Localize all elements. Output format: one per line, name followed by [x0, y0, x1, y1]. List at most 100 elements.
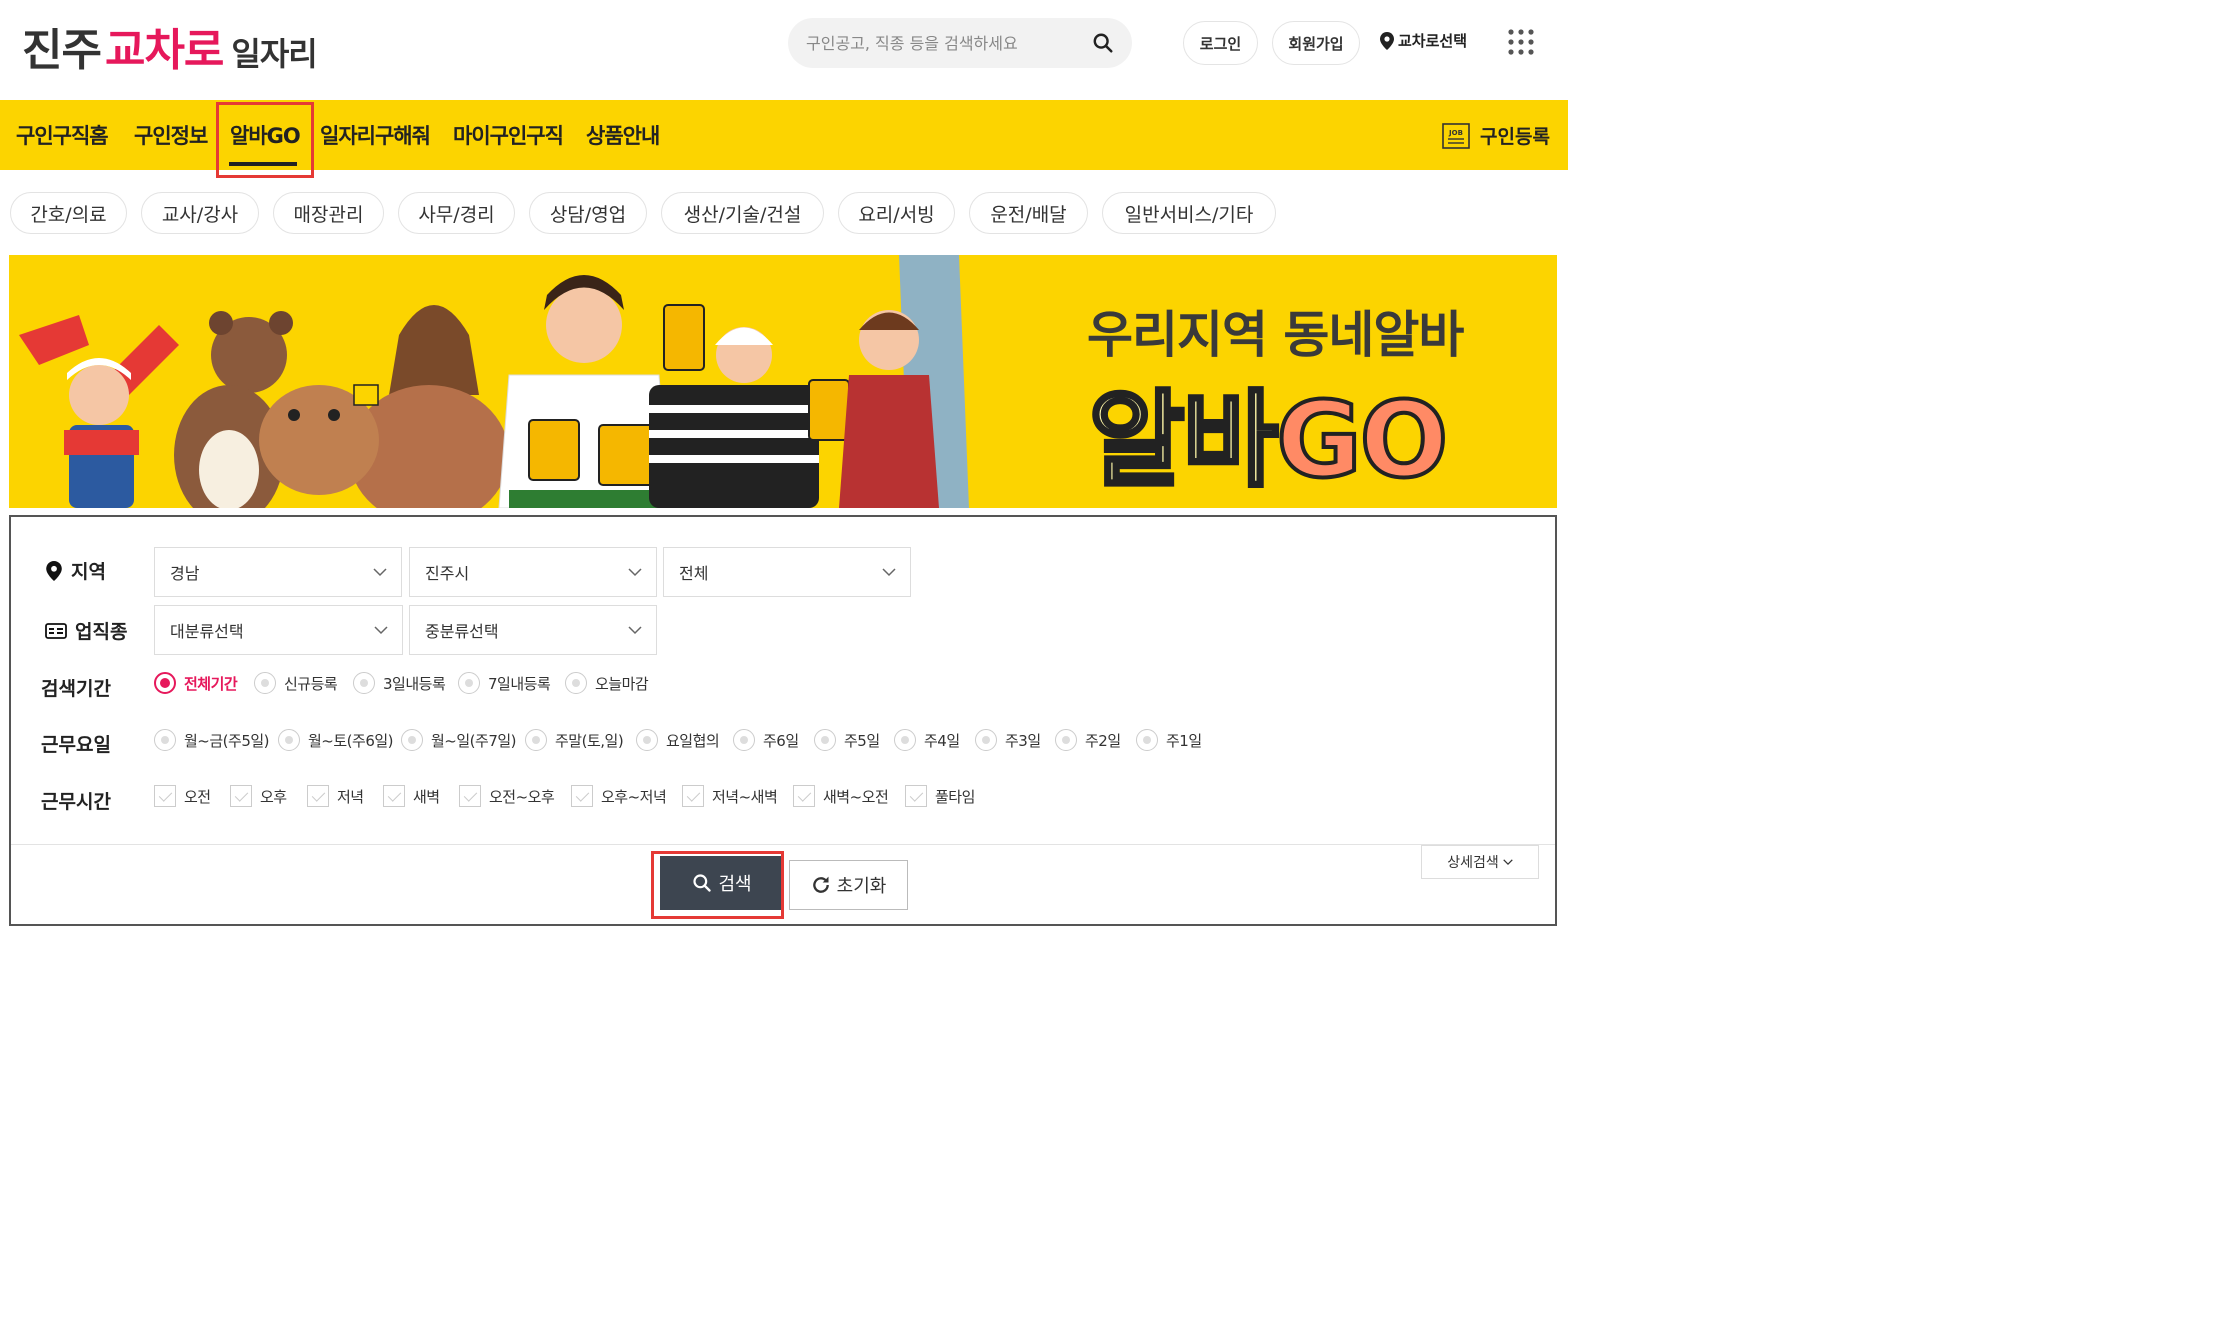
site-logo[interactable]: 진주 교차로 일자리: [22, 14, 318, 76]
work-time-option[interactable]: 저녁: [307, 785, 364, 807]
period-label: 검색기간: [41, 678, 111, 700]
nav-item-find-job[interactable]: 일자리구해줘: [320, 100, 431, 170]
checkbox[interactable]: [571, 785, 593, 807]
work-days-option[interactable]: 주말(토,일): [525, 729, 624, 751]
checkbox[interactable]: [307, 785, 329, 807]
work-days-option[interactable]: 월~금(주5일): [154, 729, 270, 751]
job-category-major-select[interactable]: 대분류선택: [154, 605, 403, 655]
category-chip[interactable]: 간호/의료: [10, 192, 127, 234]
highlight-box-search-button: [651, 851, 784, 919]
work-time-option[interactable]: 오전: [154, 785, 211, 807]
work-days-option[interactable]: 월~토(주6일): [278, 729, 394, 751]
region-label-text: 지역: [71, 561, 106, 583]
category-chip[interactable]: 일반서비스/기타: [1102, 192, 1276, 234]
category-chip[interactable]: 생산/기술/건설: [661, 192, 824, 234]
radio[interactable]: [636, 729, 658, 751]
work-time-option[interactable]: 오전~오후: [459, 785, 555, 807]
category-chip[interactable]: 매장관리: [273, 192, 384, 234]
job-category-label-text: 업직종: [75, 621, 128, 643]
checkbox[interactable]: [905, 785, 927, 807]
job-category-minor-select[interactable]: 중분류선택: [409, 605, 657, 655]
radio[interactable]: [154, 729, 176, 751]
region-select-city[interactable]: 진주시: [409, 547, 657, 597]
job-register-button[interactable]: JOB 구인등록: [1442, 122, 1550, 149]
logo-text-service: 일자리: [231, 35, 317, 73]
period-option[interactable]: 3일내등록: [353, 672, 446, 694]
category-chip[interactable]: 상담/영업: [529, 192, 647, 234]
job-category-minor-value: 중분류선택: [425, 622, 499, 641]
banner-title-text: 알바: [1087, 377, 1280, 503]
period-option[interactable]: 7일내등록: [458, 672, 551, 694]
work-days-option-label: 주6일: [763, 731, 799, 750]
work-days-option[interactable]: 주3일: [975, 729, 1041, 751]
radio[interactable]: [565, 672, 587, 694]
radio[interactable]: [353, 672, 375, 694]
work-time-option[interactable]: 새벽: [383, 785, 440, 807]
logo-text-brand: 교차로: [104, 25, 224, 76]
detail-search-button[interactable]: 상세검색: [1421, 845, 1539, 879]
signup-button[interactable]: 회원가입: [1272, 21, 1360, 65]
location-label: 교차로선택: [1398, 32, 1468, 50]
radio[interactable]: [525, 729, 547, 751]
work-days-option-label: 주4일: [924, 731, 960, 750]
work-time-option[interactable]: 오후~저녁: [571, 785, 667, 807]
work-time-option[interactable]: 새벽~오전: [793, 785, 889, 807]
checkbox[interactable]: [459, 785, 481, 807]
region-select-city-value: 진주시: [425, 564, 470, 583]
work-days-option[interactable]: 주2일: [1055, 729, 1121, 751]
category-chip[interactable]: 요리/서빙: [838, 192, 955, 234]
work-time-option[interactable]: 저녁~새벽: [682, 785, 778, 807]
region-select-district-value: 전체: [679, 564, 709, 583]
radio[interactable]: [733, 729, 755, 751]
checkbox[interactable]: [793, 785, 815, 807]
radio[interactable]: [278, 729, 300, 751]
work-days-option[interactable]: 주4일: [894, 729, 960, 751]
search-icon[interactable]: [1092, 32, 1114, 54]
radio[interactable]: [401, 729, 423, 751]
radio[interactable]: [458, 672, 480, 694]
location-pin-icon: [46, 560, 62, 581]
checkbox[interactable]: [230, 785, 252, 807]
work-time-option-label: 저녁~새벽: [712, 787, 778, 806]
location-select[interactable]: 교차로선택: [1380, 30, 1467, 51]
radio[interactable]: [975, 729, 997, 751]
category-chip[interactable]: 운전/배달: [969, 192, 1088, 234]
app-grid-icon[interactable]: [1507, 28, 1535, 56]
nav-item-my-page[interactable]: 마이구인구직: [453, 100, 564, 170]
nav-item-home[interactable]: 구인구직홈: [16, 100, 109, 170]
job-register-label: 구인등록: [1480, 126, 1550, 148]
login-button[interactable]: 로그인: [1183, 21, 1258, 65]
radio-selected[interactable]: [154, 672, 176, 694]
period-option-label: 7일내등록: [488, 674, 551, 693]
work-days-option[interactable]: 주6일: [733, 729, 799, 751]
radio[interactable]: [254, 672, 276, 694]
period-option[interactable]: 전체기간: [154, 672, 238, 694]
work-days-option[interactable]: 월~일(주7일): [401, 729, 517, 751]
checkbox[interactable]: [383, 785, 405, 807]
search-input[interactable]: [804, 18, 1074, 68]
region-label: 지역: [45, 557, 106, 584]
category-chip[interactable]: 교사/강사: [141, 192, 259, 234]
region-select-district[interactable]: 전체: [663, 547, 911, 597]
promo-banner[interactable]: 우리지역 동네알바 알바GO: [9, 255, 1557, 508]
work-time-option[interactable]: 오후: [230, 785, 287, 807]
checkbox[interactable]: [682, 785, 704, 807]
work-days-option[interactable]: 주5일: [814, 729, 880, 751]
region-select-province[interactable]: 경남: [154, 547, 402, 597]
reset-button[interactable]: 초기화: [789, 860, 908, 910]
period-option[interactable]: 오늘마감: [565, 672, 649, 694]
category-chip[interactable]: 사무/경리: [398, 192, 515, 234]
work-days-option[interactable]: 주1일: [1136, 729, 1202, 751]
work-time-option[interactable]: 풀타임: [905, 785, 975, 807]
radio[interactable]: [894, 729, 916, 751]
radio[interactable]: [1055, 729, 1077, 751]
work-days-option[interactable]: 요일협의: [636, 729, 720, 751]
period-option[interactable]: 신규등록: [254, 672, 338, 694]
radio[interactable]: [814, 729, 836, 751]
radio[interactable]: [1136, 729, 1158, 751]
nav-item-products[interactable]: 상품안내: [586, 100, 660, 170]
checkbox[interactable]: [154, 785, 176, 807]
nav-item-job-info[interactable]: 구인정보: [134, 100, 208, 170]
work-days-option-label: 주3일: [1005, 731, 1041, 750]
chevron-down-icon: [1503, 859, 1513, 866]
